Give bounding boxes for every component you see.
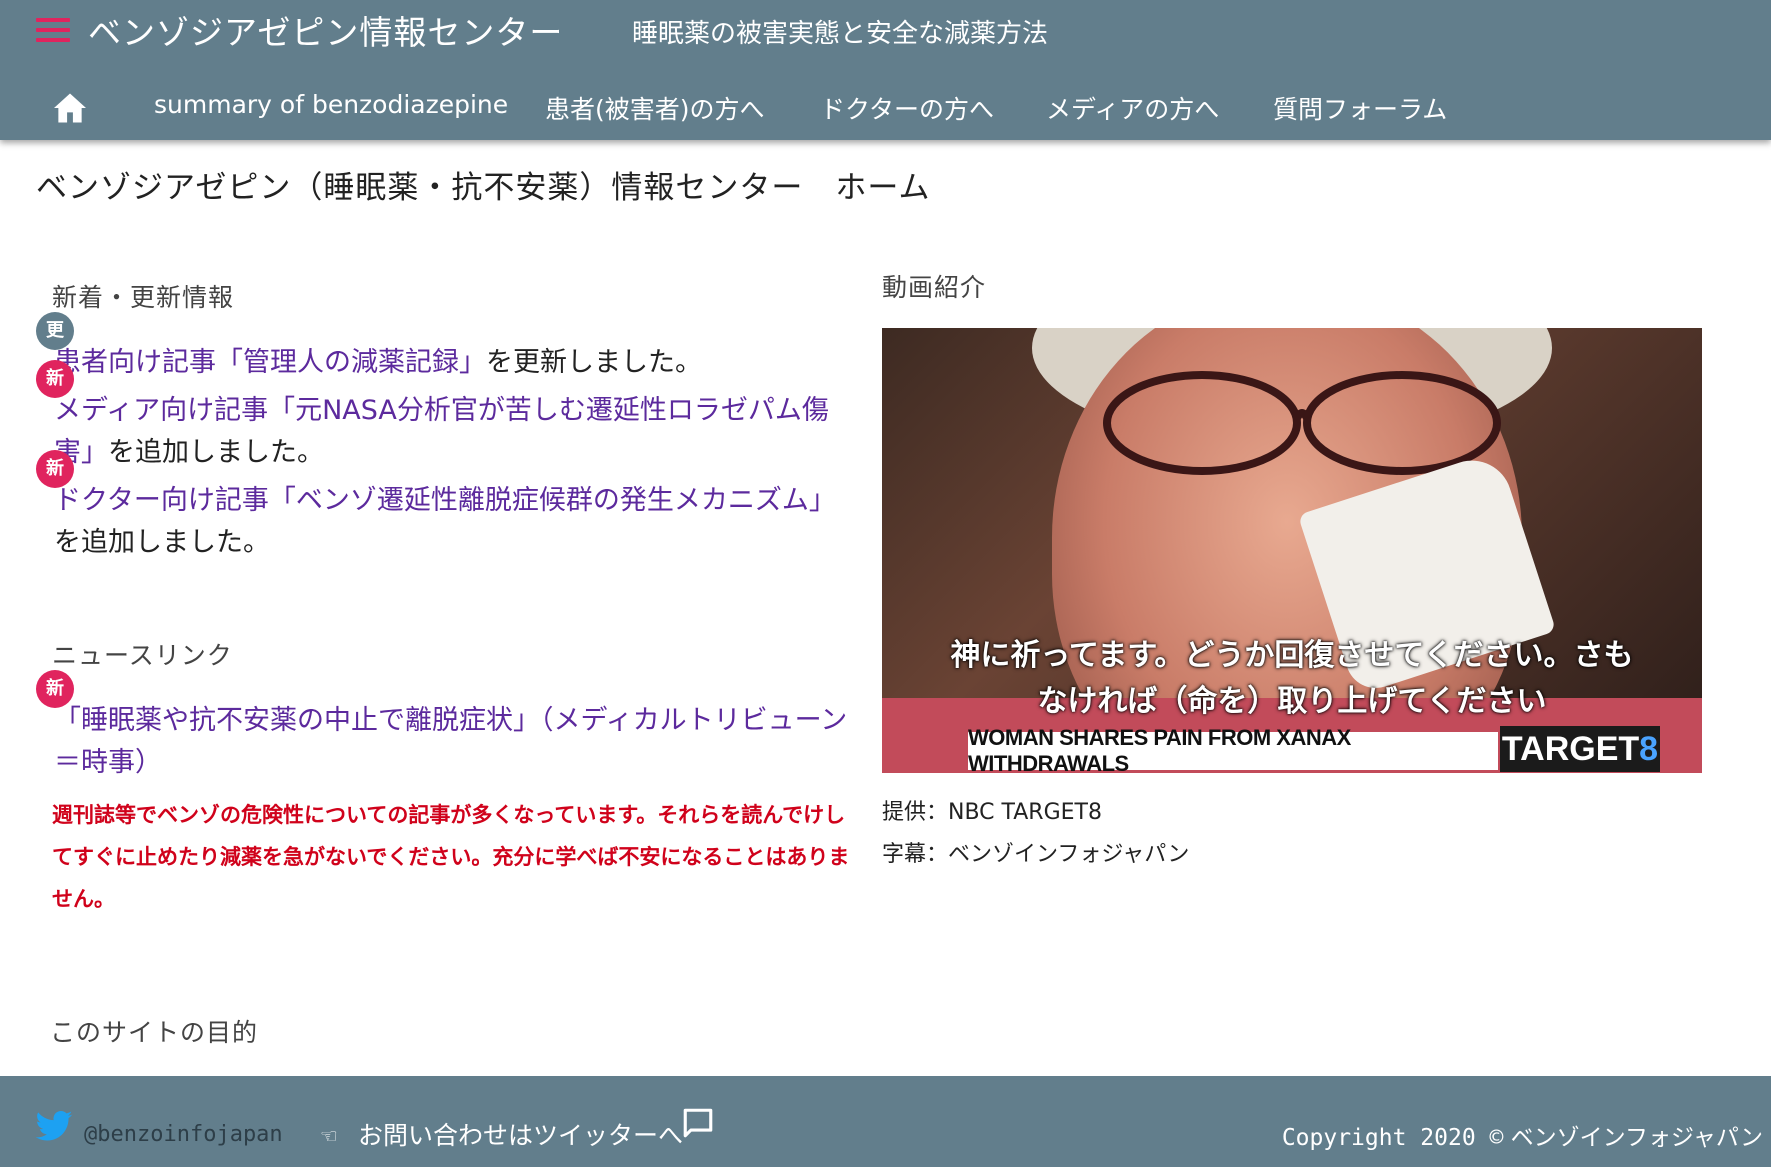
glasses-graphic	[1103, 371, 1501, 475]
nav-item-summary[interactable]: summary of benzodiazepine	[154, 90, 508, 119]
updates-list: 更 患者向け記事「管理人の減薬記録」を更新しました。 新 メディア向け記事「元N…	[36, 312, 854, 570]
nav-item-patients[interactable]: 患者(被害者)の方へ	[545, 90, 765, 126]
new-badge: 新	[36, 360, 74, 398]
hamburger-menu-icon[interactable]	[36, 18, 70, 44]
video-subtitle-line1: 神に祈ってます。どうか回復させてください。さも	[950, 638, 1634, 673]
update-link[interactable]: 患者向け記事「管理人の減薬記録」	[54, 347, 486, 378]
video-subtitle-line2: なければ（命を）取り上げてください	[1037, 684, 1547, 719]
twitter-bird-icon[interactable]	[34, 1110, 74, 1144]
purpose-heading: このサイトの目的	[50, 1018, 259, 1047]
update-suffix: を更新しました。	[486, 347, 702, 378]
nav-item-media[interactable]: メディアの方へ	[1046, 90, 1219, 126]
contact-twitter-link[interactable]: お問い合わせはツイッターへ	[358, 1116, 683, 1152]
main-nav: summary of benzodiazepine 患者(被害者)の方へ ドクタ…	[0, 84, 1771, 134]
video-credit-provider: 提供：NBC TARGET8	[882, 800, 1102, 825]
home-icon[interactable]	[52, 92, 88, 124]
update-badge: 更	[36, 312, 74, 350]
new-badge: 新	[36, 670, 74, 708]
top-app-bar: ベンゾジアゼピン情報センター 睡眠薬の被害実態と安全な減薬方法 summary …	[0, 0, 1771, 140]
page-title: ベンゾジアゼピン（睡眠薬・抗不安薬）情報センター ホーム	[36, 170, 931, 206]
nav-item-forum[interactable]: 質問フォーラム	[1273, 90, 1447, 126]
news-links-heading: ニュースリンク	[52, 641, 233, 670]
copyright-text: Copyright 2020 © ベンゾインフォジャパン	[1282, 1118, 1763, 1152]
list-item: 新 メディア向け記事「元NASA分析官が苦しむ遷延性ロラゼパム傷害」を追加しまし…	[36, 360, 854, 474]
update-suffix: を追加しました。	[54, 527, 270, 558]
video-credit-subtitles: 字幕：ベンゾインフォジャパン	[882, 842, 1190, 867]
target8-logo: TARGET 8	[1500, 726, 1660, 772]
list-item: 新 ドクター向け記事「ベンゾ遷延性離脱症候群の発生メカニズム」を追加しました。	[36, 450, 854, 564]
list-item: 新 「睡眠薬や抗不安薬の中止で離脱症状」（メディカルトリビューン＝時事）	[36, 670, 854, 784]
copyright-year: Copyright 2020 ©	[1281, 1125, 1504, 1151]
brand-text: TARGET	[1501, 729, 1640, 768]
new-badge: 新	[36, 450, 74, 488]
pointing-hand-icon: ☜	[320, 1124, 338, 1148]
nav-item-doctors[interactable]: ドクターの方へ	[820, 90, 994, 126]
chat-bubble-icon[interactable]	[680, 1106, 716, 1140]
updates-heading: 新着・更新情報	[52, 283, 235, 312]
news-links-list: 新 「睡眠薬や抗不安薬の中止で離脱症状」（メディカルトリビューン＝時事）	[36, 670, 854, 790]
warning-text: 週刊誌等でベンゾの危険性についての記事が多くなっています。それらを読んでけしてす…	[52, 803, 850, 911]
video-heading: 動画紹介	[882, 273, 987, 302]
news-link[interactable]: 「睡眠薬や抗不安薬の中止で離脱症状」（メディカルトリビューン＝時事）	[54, 705, 847, 778]
video-thumbnail[interactable]: 神に祈ってます。どうか回復させてください。さも なければ（命を）取り上げてくださ…	[882, 328, 1702, 773]
copyright-owner: ベンゾインフォジャパン	[1503, 1125, 1763, 1151]
twitter-handle-link[interactable]: @benzoinfojapan	[84, 1122, 283, 1147]
list-item: 更 患者向け記事「管理人の減薬記録」を更新しました。	[36, 312, 854, 384]
video-lower-third: WOMAN SHARES PAIN FROM XANAX WITHDRAWALS	[968, 725, 1498, 773]
site-title[interactable]: ベンゾジアゼピン情報センター	[88, 6, 563, 54]
site-subtitle: 睡眠薬の被害実態と安全な減薬方法	[632, 19, 1049, 49]
footer: @benzoinfojapan ☜ お問い合わせはツイッターへ Copyrigh…	[0, 1076, 1771, 1167]
update-suffix: を追加しました。	[108, 437, 324, 468]
brand-number: 8	[1639, 729, 1659, 768]
update-link[interactable]: ドクター向け記事「ベンゾ遷延性離脱症候群の発生メカニズム」	[54, 485, 836, 516]
